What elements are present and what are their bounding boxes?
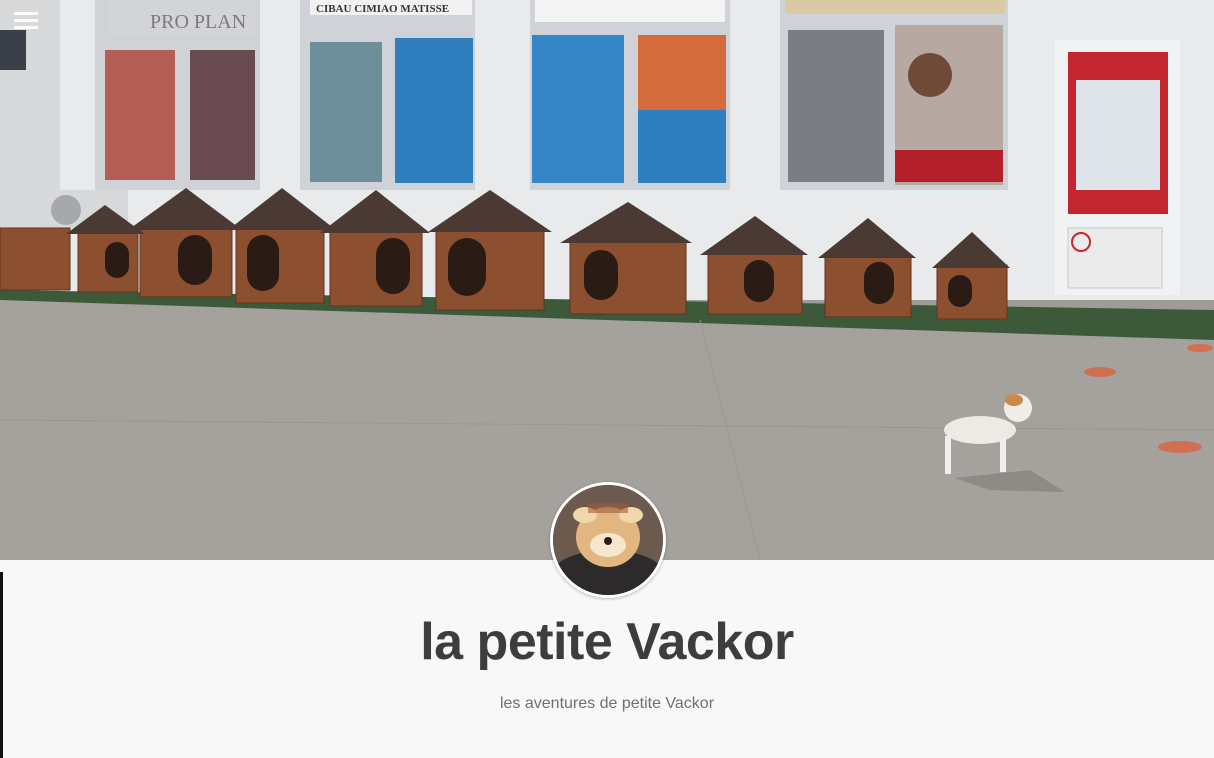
blog-avatar[interactable]: [550, 482, 666, 598]
avatar-puppy-image: [553, 485, 663, 595]
svg-text:PRO PLAN: PRO PLAN: [150, 11, 246, 33]
hamburger-menu-icon[interactable]: [14, 12, 38, 34]
svg-text:CIBAU CIMIAO MATISSE: CIBAU CIMIAO MATISSE: [316, 3, 449, 15]
cover-photo-storefront: PRO PLAN CIBAU CIMIAO MATISSE: [0, 0, 1214, 560]
blog-description: les aventures de petite Vackor: [499, 695, 715, 712]
blog-title[interactable]: la petite Vackor: [0, 612, 1214, 672]
cover-photo: PRO PLAN CIBAU CIMIAO MATISSE: [0, 0, 1214, 560]
